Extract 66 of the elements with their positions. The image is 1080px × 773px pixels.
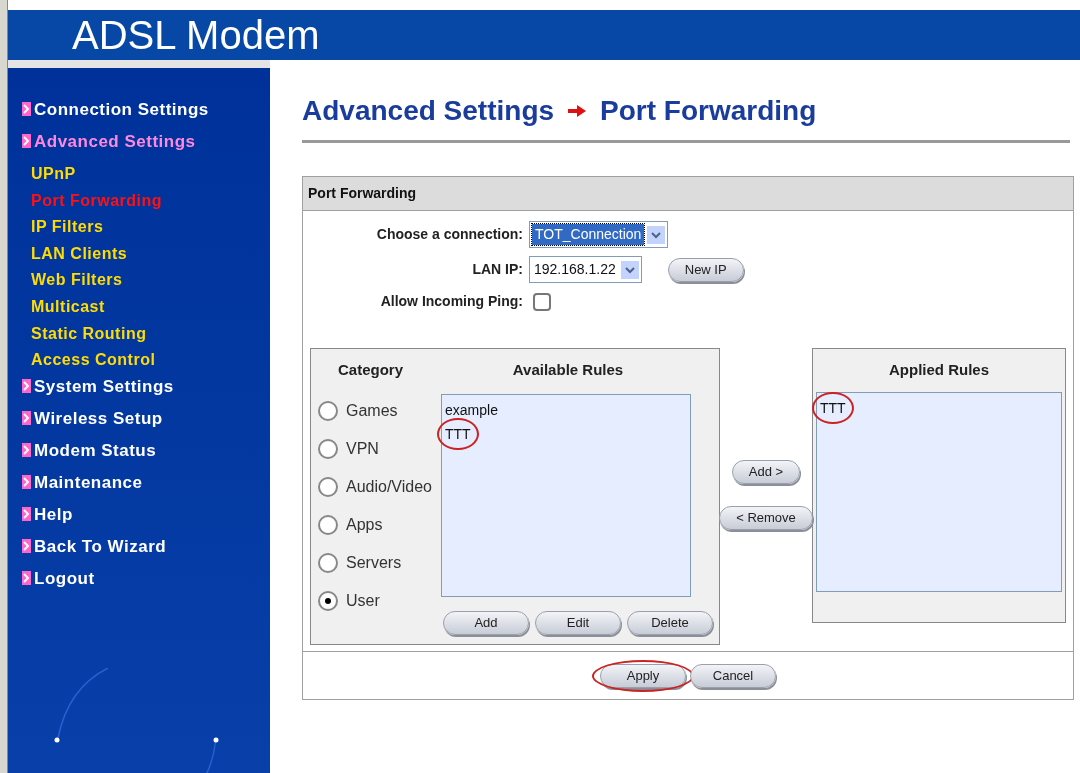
app-title: ADSL Modem xyxy=(72,15,320,55)
column-heading: Applied Rules xyxy=(889,360,989,380)
form-button[interactable]: Cancel xyxy=(690,663,776,688)
radio-button[interactable] xyxy=(318,590,338,611)
page-heading: Port Forwarding xyxy=(600,97,817,125)
connection-dropdown[interactable]: TOT_Connection xyxy=(529,221,669,248)
rule-item[interactable]: example xyxy=(445,401,498,418)
annotation-circle xyxy=(437,417,479,450)
arrow-bullet-icon xyxy=(22,538,31,553)
radio-button[interactable] xyxy=(318,514,338,535)
arrow-bullet-icon xyxy=(22,410,31,425)
move-rule-button[interactable]: Add > xyxy=(731,460,801,484)
arrow-right-icon xyxy=(568,105,587,117)
sidebar-subitem[interactable]: Static Routing xyxy=(31,324,147,342)
arrow-bullet-icon xyxy=(22,506,31,521)
form-button[interactable]: Apply xyxy=(600,663,686,688)
annotation-circle xyxy=(812,391,854,424)
sidebar-subitem[interactable]: IP Filters xyxy=(31,218,104,236)
sidebar-subitem[interactable]: UPnP xyxy=(31,165,76,182)
radio-label: User xyxy=(346,590,380,611)
sidebar-item[interactable]: Modem Status xyxy=(34,441,157,460)
rule-item[interactable]: TTT xyxy=(445,425,471,442)
arrow-bullet-icon xyxy=(22,442,31,457)
panel-title: Port Forwarding xyxy=(308,184,417,203)
radio-button[interactable] xyxy=(318,476,338,497)
rule-action-button[interactable]: Delete xyxy=(627,610,713,635)
sidebar-item[interactable]: Wireless Setup xyxy=(34,409,163,428)
radio-label: VPN xyxy=(346,438,379,459)
lan-ip-dropdown[interactable]: 192.168.1.22 xyxy=(529,256,642,283)
sidebar-item[interactable]: Connection Settings xyxy=(34,101,209,119)
arrow-bullet-icon xyxy=(22,474,31,489)
arrow-bullet-icon xyxy=(22,570,31,585)
rule-item[interactable]: TTT xyxy=(820,399,846,416)
new-ip-button[interactable]: New IP xyxy=(667,257,744,282)
sidebar-item[interactable]: Back To Wizard xyxy=(34,537,167,556)
radio-label: Audio/Video xyxy=(346,476,432,497)
sidebar-item[interactable]: Maintenance xyxy=(34,473,143,492)
sidebar-subitem[interactable]: LAN Clients xyxy=(31,244,128,262)
field-label: Allow Incoming Ping: xyxy=(379,292,523,311)
chevron-down-icon xyxy=(647,225,666,244)
sidebar-item[interactable]: Logout xyxy=(34,569,95,588)
rule-action-button[interactable]: Edit xyxy=(535,610,621,635)
sidebar-subitem[interactable]: Web Filters xyxy=(31,271,123,289)
sidebar-item[interactable]: Advanced Settings xyxy=(34,133,196,151)
move-rule-button[interactable]: < Remove xyxy=(719,506,813,530)
radio-label: Servers xyxy=(346,552,402,573)
arrow-bullet-icon xyxy=(22,134,31,148)
radio-label: Games xyxy=(346,400,398,421)
radio-button[interactable] xyxy=(318,400,338,421)
radio-button[interactable] xyxy=(318,552,338,573)
radio-button[interactable] xyxy=(318,438,338,459)
field-label: Choose a connection: xyxy=(375,225,523,244)
arrow-bullet-icon xyxy=(22,102,31,116)
rule-action-button[interactable]: Add xyxy=(443,610,529,635)
sidebar-item[interactable]: Help xyxy=(34,505,73,524)
sidebar-subitem[interactable]: Access Control xyxy=(31,351,156,369)
column-heading: Available Rules xyxy=(512,360,624,380)
sidebar-item[interactable]: System Settings xyxy=(34,377,174,396)
page-heading: Advanced Settings xyxy=(302,97,555,125)
ping-checkbox[interactable] xyxy=(533,292,551,311)
chevron-down-icon xyxy=(620,260,639,279)
radio-label: Apps xyxy=(346,514,383,535)
sidebar-subitem[interactable]: Multicast xyxy=(31,297,105,315)
field-label: LAN IP: xyxy=(471,260,523,279)
arrow-bullet-icon xyxy=(22,378,31,393)
column-heading: Category xyxy=(338,360,404,380)
